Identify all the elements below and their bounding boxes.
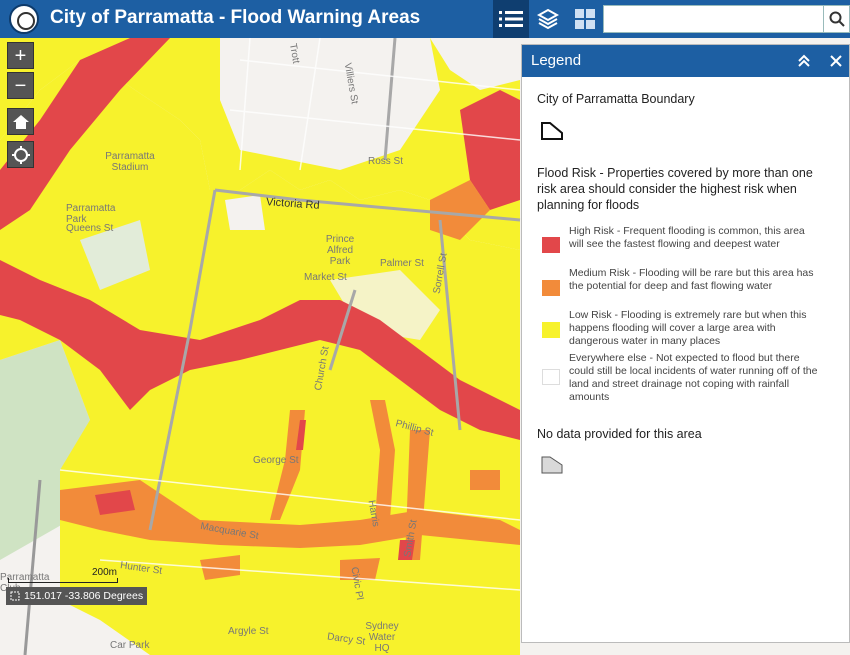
coordinates-text: 151.017 -33.806 Degrees bbox=[24, 590, 144, 602]
search-button[interactable] bbox=[824, 5, 850, 33]
basemap-gallery-button[interactable] bbox=[567, 0, 603, 38]
coordinate-readout: 151.017 -33.806 Degrees bbox=[6, 587, 148, 605]
street-label: Prince Alfred Park bbox=[325, 234, 355, 267]
street-label: Market St bbox=[304, 272, 347, 283]
collapse-icon bbox=[798, 54, 810, 67]
street-label: Parramatta Stadium bbox=[105, 151, 155, 173]
search-input[interactable] bbox=[603, 5, 824, 33]
legend-panel: Legend City of Parramatta Boundary Flood… bbox=[521, 44, 850, 643]
street-label: George St bbox=[253, 455, 299, 466]
locate-button[interactable] bbox=[7, 141, 34, 168]
basemap-grid-icon bbox=[575, 9, 595, 29]
zoom-out-button[interactable]: − bbox=[7, 72, 34, 99]
street-label: Ross St bbox=[368, 156, 404, 167]
zoom-in-button[interactable]: + bbox=[7, 42, 34, 69]
nodata-heading: No data provided for this area bbox=[537, 427, 702, 441]
low-risk-swatch bbox=[542, 322, 560, 338]
layers-button[interactable] bbox=[530, 0, 566, 38]
collapse-button[interactable] bbox=[794, 51, 814, 71]
flood-risk-heading: Flood Risk - Properties covered by more … bbox=[537, 166, 813, 212]
crosshair-icon bbox=[10, 591, 20, 601]
legend-header: Legend bbox=[522, 45, 849, 77]
street-label: Parramatta Park bbox=[66, 203, 116, 225]
no-risk-swatch bbox=[542, 369, 560, 385]
close-icon bbox=[830, 55, 842, 67]
street-label: Sydney Water HQ bbox=[365, 621, 399, 654]
scale-label: 200m bbox=[92, 567, 118, 578]
close-button[interactable] bbox=[826, 51, 846, 71]
boundary-swatch bbox=[541, 122, 563, 140]
medium-risk-label: Medium Risk - Flooding will be rare but … bbox=[569, 267, 814, 292]
medium-risk-swatch bbox=[542, 280, 560, 296]
street-label: Argyle St bbox=[228, 626, 269, 637]
high-risk-swatch bbox=[542, 237, 560, 253]
scale-bar bbox=[8, 578, 118, 583]
street-label: Car Park bbox=[110, 640, 150, 651]
layers-icon bbox=[537, 8, 559, 30]
app-title: City of Parramatta - Flood Warning Areas bbox=[50, 7, 421, 28]
city-logo-icon bbox=[9, 4, 39, 34]
boundary-heading: City of Parramatta Boundary bbox=[537, 92, 695, 106]
street-label: Palmer St bbox=[380, 258, 424, 269]
nodata-swatch bbox=[541, 456, 563, 474]
low-risk-label: Low Risk - Flooding is extremely rare bu… bbox=[569, 309, 807, 347]
home-icon bbox=[12, 114, 29, 129]
legend-title: Legend bbox=[531, 52, 582, 69]
list-icon bbox=[499, 11, 523, 27]
street-label: Queens St bbox=[66, 223, 114, 234]
search-icon bbox=[829, 11, 845, 27]
no-risk-label: Everywhere else - Not expected to flood … bbox=[569, 352, 818, 403]
app-header: City of Parramatta - Flood Warning Areas bbox=[0, 0, 850, 38]
locate-icon bbox=[11, 145, 30, 164]
legend-list-button[interactable] bbox=[493, 0, 529, 38]
high-risk-label: High Risk - Frequent flooding is common,… bbox=[569, 225, 805, 250]
home-button[interactable] bbox=[7, 108, 34, 135]
